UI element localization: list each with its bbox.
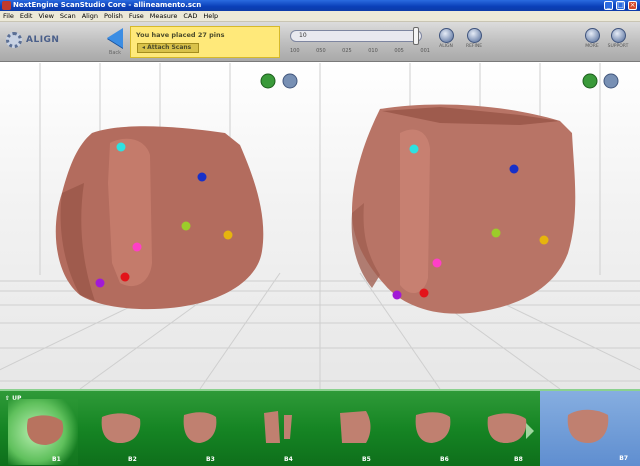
pin-marker[interactable] [116,142,126,152]
minimize-button[interactable]: _ [604,1,613,10]
thumbnail-label: B5 [362,456,371,463]
pin-marker[interactable] [392,290,402,300]
pin-info-panel: You have placed 27 pins ◂ Attach Scans [130,26,280,58]
thumbnail-label: B1 [52,456,61,463]
pin-marker[interactable] [432,258,442,268]
scan-thumbnail-image [264,411,292,443]
toolbar: ALIGN Back [0,22,640,62]
pin-marker[interactable] [120,272,130,282]
pin-marker[interactable] [419,288,429,298]
support-icon [610,28,626,43]
menu-align[interactable]: Align [82,11,98,21]
slider-thumb[interactable] [413,27,419,45]
pin-marker[interactable] [491,228,501,238]
slider-tick: 001 [420,48,430,54]
thumbnail-b3[interactable]: B3 [162,399,232,465]
scan-thumbnail-image [487,413,527,443]
thumbnail-b2[interactable]: B2 [84,399,154,465]
menu-edit[interactable]: Edit [20,11,33,21]
title-bar: NextEngine ScanStudio Core - allineament… [0,0,640,11]
slider-tick: 025 [342,48,352,54]
left-scan[interactable] [55,126,264,310]
green-view-orb-icon[interactable] [260,73,276,89]
mode-label: ALIGN [26,35,60,45]
thumbnail-label: B3 [206,456,215,463]
thumbnail-label: B7 [619,455,628,462]
align-mode-indicator: ALIGN [6,32,59,48]
back-button[interactable]: Back [100,26,130,58]
app-icon [2,1,11,10]
scan-thumbnail-strip: ⇧ UP B1 B2 B3 B4 B5 B6 B8 B7 [0,389,640,466]
menu-fuse[interactable]: Fuse [129,11,144,21]
menu-measure[interactable]: Measure [150,11,178,21]
align-icon [438,28,454,43]
green-view-orb-icon[interactable] [582,73,598,89]
scan-thumbnail-image [567,409,609,443]
gear-icon [6,32,22,48]
more-button[interactable]: MORE [580,28,604,49]
pin-marker[interactable] [409,144,419,154]
scene-canvas[interactable] [0,63,640,389]
back-arrow-icon [107,28,123,48]
attach-scans-label: Attach Scans [147,44,192,51]
thumbnail-b5[interactable]: B5 [318,399,388,465]
thumbnail-label: B6 [440,456,449,463]
scan-thumbnail-image [340,411,371,443]
thumbnail-b7-active[interactable]: B7 [540,391,640,466]
menu-polish[interactable]: Polish [104,11,123,21]
pin-marker[interactable] [197,172,207,182]
pin-marker[interactable] [132,242,142,252]
more-icon [584,28,600,43]
pin-count-message: You have placed 27 pins [136,31,225,39]
resolution-slider[interactable]: 10 [290,27,422,45]
align-button[interactable]: ALIGN [434,28,458,49]
slider-tick: 010 [368,48,378,54]
menu-cad[interactable]: CAD [183,11,197,21]
right-scan[interactable] [351,104,576,314]
refine-icon [466,28,482,43]
gray-view-orb-icon[interactable] [603,73,619,89]
scan-thumbnail-image [415,412,451,443]
thumbnail-b4[interactable]: B4 [240,399,310,465]
menu-help[interactable]: Help [203,11,218,21]
back-label: Back [108,50,122,56]
slider-tick: 005 [394,48,404,54]
slider-tick: 100 [290,48,300,54]
close-button[interactable]: × [628,1,637,10]
menu-file[interactable]: File [3,11,14,21]
pin-marker[interactable] [181,221,191,231]
pin-marker[interactable] [95,278,105,288]
attach-scans-button[interactable]: ◂ Attach Scans [137,43,199,53]
thumbnail-b6[interactable]: B6 [396,399,466,465]
refine-label: REFINE [465,44,483,49]
align-label: ALIGN [439,44,453,49]
thumbnail-b1[interactable]: B1 [8,399,78,465]
scan-thumbnail-image [26,415,64,445]
slider-tick: 050 [316,48,326,54]
scroll-right-arrow-icon[interactable] [526,423,534,439]
more-label: MORE [585,44,599,49]
thumbnail-label: B2 [128,456,137,463]
window-title: NextEngine ScanStudio Core - allineament… [13,1,202,9]
menu-scan[interactable]: Scan [60,11,76,21]
thumbnail-label: B8 [514,456,523,463]
thumbnail-label: B4 [284,456,293,463]
refine-button[interactable]: REFINE [462,28,486,49]
slider-ticks: 100 050 025 010 005 001 [290,48,430,54]
pin-marker[interactable] [539,235,549,245]
support-label: SUPPORT [607,44,629,49]
gray-view-orb-icon[interactable] [282,73,298,89]
pin-marker[interactable] [509,164,519,174]
slider-value: 10 [299,32,307,39]
3d-viewport[interactable] [0,63,640,389]
menu-bar: File Edit View Scan Align Polish Fuse Me… [0,11,640,22]
support-button[interactable]: SUPPORT [606,28,630,49]
maximize-button[interactable]: □ [616,1,625,10]
scan-thumbnail-image [101,413,141,443]
scan-thumbnail-image [183,412,217,443]
pin-marker[interactable] [223,230,233,240]
menu-view[interactable]: View [38,11,53,21]
